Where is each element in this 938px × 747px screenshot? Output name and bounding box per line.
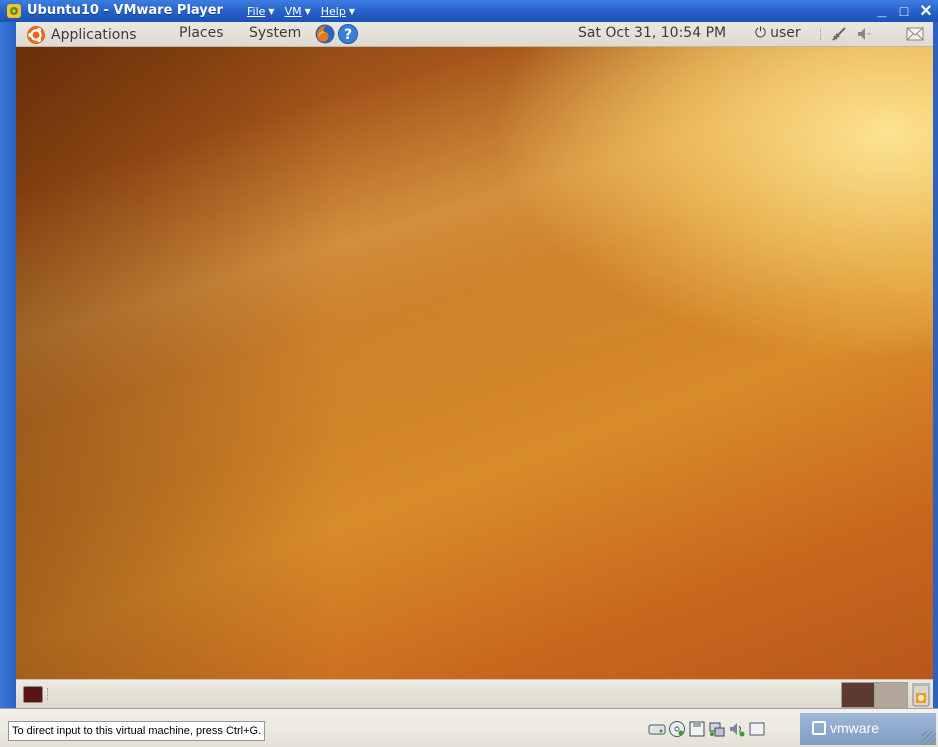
message-icon[interactable]: [748, 720, 766, 738]
panel-separator: [820, 29, 823, 40]
workspace-1[interactable]: [841, 682, 875, 708]
hard-disk-icon[interactable]: [648, 720, 666, 738]
maximize-button[interactable]: □: [894, 1, 914, 21]
chevron-down-icon: ▼: [268, 7, 275, 16]
window-frame-left: [0, 22, 16, 746]
trash-icon[interactable]: [911, 681, 931, 707]
vmware-logo: vmware: [812, 720, 879, 736]
clock-label: Sat Oct 31, 10:54 PM: [578, 25, 727, 41]
cd-rom-icon[interactable]: [668, 720, 686, 738]
mail-icon[interactable]: [906, 27, 924, 41]
floppy-icon[interactable]: [688, 720, 706, 738]
workspace-2[interactable]: [874, 682, 908, 708]
vmware-titlebar: Ubuntu10 - VMware Player File ▼ VM ▼ Hel…: [0, 0, 938, 22]
gnome-top-panel: Applications Places System ? Sat Oct 31,…: [16, 22, 933, 47]
sound-icon[interactable]: [728, 720, 746, 738]
resize-grip[interactable]: [922, 731, 936, 745]
network-adapter-icon[interactable]: [708, 720, 726, 738]
vmware-logo-text: vmware: [830, 720, 880, 736]
network-icon[interactable]: [831, 26, 847, 42]
svg-text:?: ?: [344, 27, 352, 43]
system-menu[interactable]: System: [249, 25, 301, 41]
window-title: Ubuntu10 - VMware Player: [27, 3, 223, 18]
user-menu[interactable]: ⏻ user: [755, 25, 801, 41]
wallpaper-shade: [16, 47, 933, 679]
input-hint: To direct input to this virtual machine,…: [8, 721, 266, 741]
clock[interactable]: Sat Oct 31, 10:54 PM: [578, 25, 726, 41]
show-desktop-icon[interactable]: [23, 686, 43, 703]
menu-file[interactable]: File ▼: [247, 5, 275, 18]
panel-grip: [47, 688, 50, 700]
power-icon: ⏻: [755, 25, 767, 41]
system-label: System: [249, 25, 302, 41]
chevron-down-icon: ▼: [348, 7, 355, 16]
applications-menu[interactable]: Applications: [26, 25, 137, 45]
places-label: Places: [179, 25, 224, 41]
places-menu[interactable]: Places: [179, 25, 224, 41]
firefox-icon[interactable]: [314, 23, 336, 45]
close-button[interactable]: ×: [916, 1, 936, 21]
user-label: user: [770, 25, 801, 41]
applications-label: Applications: [51, 27, 137, 43]
vmware-menubar: File ▼ VM ▼ Help ▼: [247, 5, 355, 18]
volume-icon[interactable]: [856, 26, 872, 42]
vmware-logo-icon: [812, 721, 826, 735]
menu-help-label: Help: [320, 5, 346, 18]
menu-file-label: File: [247, 5, 266, 18]
vmware-statusbar: To direct input to this virtual machine,…: [0, 708, 938, 747]
desktop-wallpaper[interactable]: [16, 47, 933, 679]
menu-vm[interactable]: VM ▼: [285, 5, 311, 18]
chevron-down-icon: ▼: [304, 7, 311, 16]
vmware-player-icon: [7, 4, 21, 18]
gnome-bottom-panel: [16, 679, 933, 708]
menu-vm-label: VM: [284, 5, 302, 18]
minimize-button[interactable]: _: [872, 1, 892, 21]
menu-help[interactable]: Help ▼: [321, 5, 355, 18]
ubuntu-logo-icon: [27, 26, 45, 44]
window-frame-right: [933, 22, 938, 746]
help-icon[interactable]: ?: [337, 23, 359, 45]
